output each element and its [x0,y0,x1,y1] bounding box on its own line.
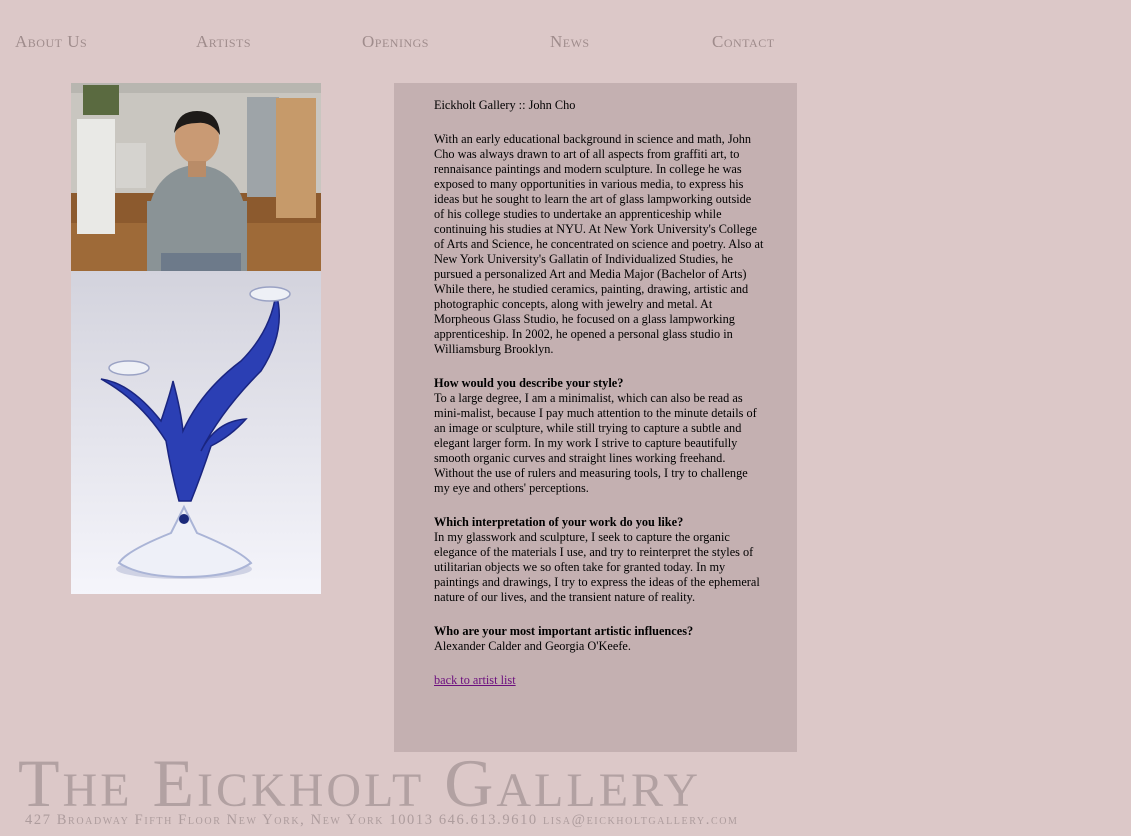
artist-info-panel: Eickholt Gallery :: John Cho With an ear… [394,83,797,752]
answer-influences: Alexander Calder and Georgia O'Keefe. [434,639,631,653]
qa-style: How would you describe your style? To a … [434,376,764,496]
top-nav: About Us Artists Openings News Contact [0,32,1131,52]
answer-interpretation: In my glasswork and sculpture, I seek to… [434,530,760,604]
answer-style: To a large degree, I am a minimalist, wh… [434,391,757,495]
nav-news[interactable]: News [550,32,590,52]
question-style: How would you describe your style? [434,376,624,390]
nav-artists[interactable]: Artists [196,32,251,52]
nav-openings[interactable]: Openings [362,32,429,52]
question-interpretation: Which interpretation of your work do you… [434,515,684,529]
back-to-artist-list-link[interactable]: back to artist list [434,673,516,687]
gallery-address: 427 Broadway Fifth Floor New York, New Y… [25,812,739,828]
qa-interpretation: Which interpretation of your work do you… [434,515,764,605]
artist-bio: With an early educational background in … [434,132,764,356]
gallery-logo-title: The Eickholt Gallery [18,745,702,821]
nav-about-us[interactable]: About Us [15,32,87,52]
artist-portrait-image [71,83,321,271]
glass-sculpture-image [71,271,321,594]
nav-contact[interactable]: Contact [712,32,775,52]
question-influences: Who are your most important artistic inf… [434,624,694,638]
qa-influences: Who are your most important artistic inf… [434,624,764,654]
panel-heading: Eickholt Gallery :: John Cho [434,98,576,112]
artist-info-content: Eickholt Gallery :: John Cho With an ear… [434,98,764,707]
